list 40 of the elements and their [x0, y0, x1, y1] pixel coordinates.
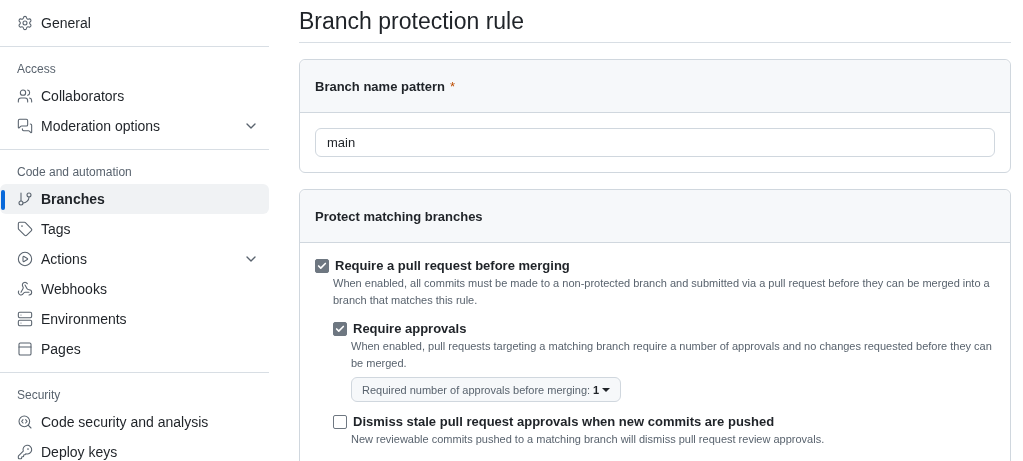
sidebar-item[interactable]: Code security and analysis — [0, 407, 269, 437]
card-title: Protect matching branches — [315, 208, 483, 224]
settings-icon — [17, 15, 33, 31]
rule-label: Require approvals — [353, 321, 467, 336]
sidebar-item[interactable]: Environments — [0, 304, 269, 334]
sidebar-item[interactable]: Deploy keys — [0, 437, 269, 461]
section-heading: Access — [16, 61, 57, 78]
required-mark: * — [450, 78, 456, 94]
browser-icon — [17, 341, 33, 357]
rule-description: When enabled, pull requests targeting a matching branch require a number of approvals and no changes requested before they can be merged. — [351, 339, 993, 371]
rule-label: Require a pull request before merging — [335, 258, 570, 273]
chat-icon — [17, 118, 33, 134]
tag-icon — [17, 221, 33, 237]
rule-label: Dismiss stale pull request approvals when new commits are pushed — [353, 414, 775, 429]
card-title: Branch name pattern — [315, 78, 446, 94]
sidebar-item[interactable]: Pages — [0, 334, 269, 364]
checkbox[interactable] — [315, 258, 329, 273]
sidebar-item[interactable]: Collaborators — [0, 81, 269, 111]
people-icon — [17, 88, 33, 104]
sidebar-item[interactable]: Branches — [0, 184, 269, 214]
checkbox[interactable] — [333, 414, 347, 429]
section-heading: Security — [16, 387, 62, 404]
branch-icon — [17, 191, 33, 207]
code-search-icon — [17, 414, 33, 430]
checkbox[interactable] — [333, 321, 347, 336]
page-title: Branch protection rule — [299, 0, 1011, 43]
sidebar-item[interactable]: Moderation options — [0, 111, 269, 141]
rule-description: When enabled, all commits must be made to a non-protected branch and submitted via a pull request before they can be merged into a branch that matches this rule. — [333, 276, 991, 308]
webhook-icon — [17, 281, 33, 297]
pattern-field[interactable]: main — [315, 128, 995, 157]
key-icon — [17, 444, 33, 460]
sidebar-item[interactable]: Actions — [0, 244, 269, 274]
server-icon — [17, 311, 33, 327]
rule-description: New reviewable commits pushed to a matching branch will dismiss pull request review approvals. — [351, 432, 826, 447]
sidebar-item[interactable]: Tags — [0, 214, 269, 244]
sidebar-item[interactable]: General — [0, 8, 269, 38]
sidebar-item[interactable]: Webhooks — [0, 274, 269, 304]
section-heading: Code and automation — [16, 164, 133, 181]
play-icon — [17, 251, 33, 267]
approvals-dropdown[interactable]: Required number of approvals before merging: 1 — [351, 377, 622, 402]
